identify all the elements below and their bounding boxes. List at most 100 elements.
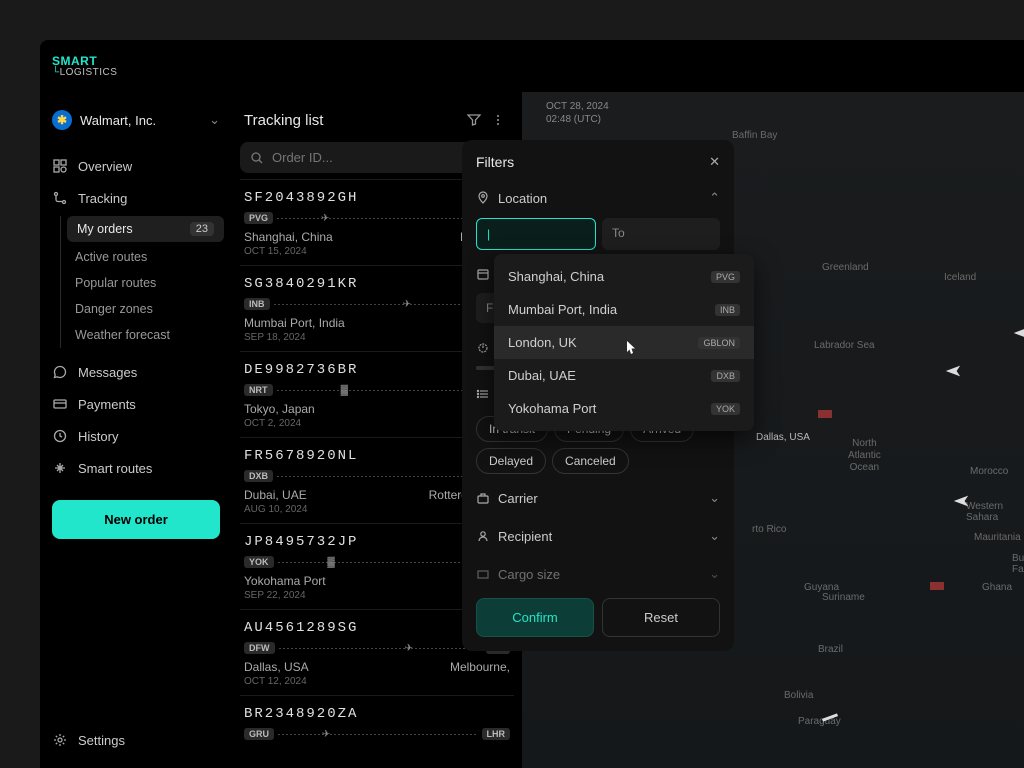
nav-overview[interactable]: Overview xyxy=(40,150,232,182)
filter-section-cargo[interactable]: Cargo size ⌄ xyxy=(476,560,720,588)
map-label: Western Sahara xyxy=(966,501,1024,523)
port-tag: PVG xyxy=(244,212,273,224)
sparkle-icon xyxy=(52,460,68,476)
plane-icon xyxy=(944,362,962,380)
filter-section-recipient[interactable]: Recipient ⌄ xyxy=(476,522,720,550)
dropdown-item[interactable]: Yokohama Port YOK xyxy=(494,392,754,425)
order-card[interactable]: BR2348920ZA GRU ✈ LHR xyxy=(240,695,514,756)
sidebar: ✱ Walmart, Inc. ⌄ Overview Tracking My o… xyxy=(40,92,232,768)
ship-icon xyxy=(818,410,832,418)
nav-settings[interactable]: Settings xyxy=(40,724,232,756)
subnav-popular-routes[interactable]: Popular routes xyxy=(61,270,232,296)
map-label: NorthAtlanticOcean xyxy=(848,438,881,474)
logo-bottom: └LOGISTICS xyxy=(52,68,117,78)
map-timestamp: OCT 28, 202402:48 (UTC) xyxy=(546,100,609,126)
nav-tracking[interactable]: Tracking xyxy=(40,182,232,214)
port-code-tag: INB xyxy=(715,304,740,316)
filter-section-location[interactable]: Location ⌃ xyxy=(476,184,720,212)
map-label: Ghana xyxy=(982,582,1012,593)
filter-section-carrier[interactable]: Carrier ⌄ xyxy=(476,484,720,512)
from-location: Tokyo, Japan xyxy=(244,402,315,416)
dropdown-item[interactable]: Shanghai, China PVG xyxy=(494,260,754,293)
map-label: Burkina Faso xyxy=(1012,553,1024,575)
my-orders-badge: 23 xyxy=(190,222,214,236)
map-label: Suriname xyxy=(822,592,865,603)
route-line: ✈ xyxy=(277,218,477,219)
dropdown-item-label: London, UK xyxy=(508,335,577,350)
location-from-input[interactable]: | xyxy=(476,218,596,250)
dropdown-item-label: Dubai, UAE xyxy=(508,368,576,383)
filters-title: Filters xyxy=(476,154,514,170)
port-code-tag: DXB xyxy=(711,370,740,382)
dropdown-item[interactable]: Mumbai Port, India INB xyxy=(494,293,754,326)
chevron-down-icon: ⌄ xyxy=(709,566,720,582)
dropdown-item[interactable]: Dubai, UAE DXB xyxy=(494,359,754,392)
map-label: Paraguay xyxy=(798,716,841,727)
logo-top: SMART xyxy=(52,55,117,67)
subnav-weather[interactable]: Weather forecast xyxy=(61,322,232,348)
map-label: Baffin Bay xyxy=(732,130,777,141)
more-icon[interactable] xyxy=(486,108,510,132)
confirm-button[interactable]: Confirm xyxy=(476,598,594,637)
port-code-tag: PVG xyxy=(711,271,740,283)
route-line: ✈ xyxy=(278,734,478,735)
route-line: ✈ xyxy=(274,304,482,305)
location-to-input[interactable]: To xyxy=(602,218,720,250)
filter-icon[interactable] xyxy=(462,108,486,132)
subnav-my-orders[interactable]: My orders 23 xyxy=(67,216,224,242)
map-label: Bolivia xyxy=(784,690,813,701)
map-label: Iceland xyxy=(944,272,976,283)
from-location: Yokohama Port xyxy=(244,574,326,588)
nav-messages[interactable]: Messages xyxy=(40,356,232,388)
chevron-down-icon: ⌄ xyxy=(709,490,720,506)
logo: SMART └LOGISTICS xyxy=(52,55,117,78)
search-icon xyxy=(250,151,264,165)
port-tag: LHR xyxy=(482,728,511,740)
subnav-active-routes[interactable]: Active routes xyxy=(61,244,232,270)
grid-icon xyxy=(52,158,68,174)
nav-history[interactable]: History xyxy=(40,420,232,452)
list-icon xyxy=(476,387,490,401)
status-chip[interactable]: Canceled xyxy=(552,448,629,474)
topbar: SMART └LOGISTICS xyxy=(40,40,1024,92)
tracking-subnav: My orders 23 Active routes Popular route… xyxy=(60,216,232,348)
company-avatar: ✱ xyxy=(52,110,72,130)
ship-icon xyxy=(930,582,944,590)
from-location: Dubai, UAE xyxy=(244,488,307,502)
subnav-danger-zones[interactable]: Danger zones xyxy=(61,296,232,322)
tracking-list-title: Tracking list xyxy=(244,112,462,129)
reset-button[interactable]: Reset xyxy=(602,598,720,637)
port-tag: GRU xyxy=(244,728,274,740)
briefcase-icon xyxy=(476,491,490,505)
port-tag: NRT xyxy=(244,384,273,396)
dropdown-item-label: Shanghai, China xyxy=(508,269,604,284)
map-label: Morocco xyxy=(970,466,1008,477)
new-order-button[interactable]: New order xyxy=(52,500,220,539)
user-icon xyxy=(476,529,490,543)
cursor-pointer-icon xyxy=(622,340,638,356)
port-tag: INB xyxy=(244,298,270,310)
map-label: Labrador Sea xyxy=(814,340,875,351)
status-chip[interactable]: Delayed xyxy=(476,448,546,474)
port-code-tag: GBLON xyxy=(698,337,740,349)
from-location: Dallas, USA xyxy=(244,660,309,674)
close-icon[interactable]: ✕ xyxy=(709,154,720,170)
port-tag: YOK xyxy=(244,556,274,568)
company-name: Walmart, Inc. xyxy=(80,113,201,128)
from-location: Shanghai, China xyxy=(244,230,333,244)
dropdown-item-label: Yokohama Port xyxy=(508,401,596,416)
timer-icon xyxy=(476,340,490,354)
nav-smart-routes[interactable]: Smart routes xyxy=(40,452,232,484)
map-label: Greenland xyxy=(822,262,869,273)
clock-icon xyxy=(52,428,68,444)
port-code-tag: YOK xyxy=(711,403,740,415)
route-line: ✈ xyxy=(279,648,482,649)
chevron-up-icon: ⌃ xyxy=(709,190,720,206)
company-selector[interactable]: ✱ Walmart, Inc. ⌄ xyxy=(40,104,232,136)
nav-payments[interactable]: Payments xyxy=(40,388,232,420)
route-line: ▓ xyxy=(277,390,477,391)
dropdown-item-label: Mumbai Port, India xyxy=(508,302,617,317)
to-location: Melbourne, xyxy=(450,660,510,674)
map-label: Brazil xyxy=(818,644,843,655)
map-label: rto Rico xyxy=(752,524,786,535)
